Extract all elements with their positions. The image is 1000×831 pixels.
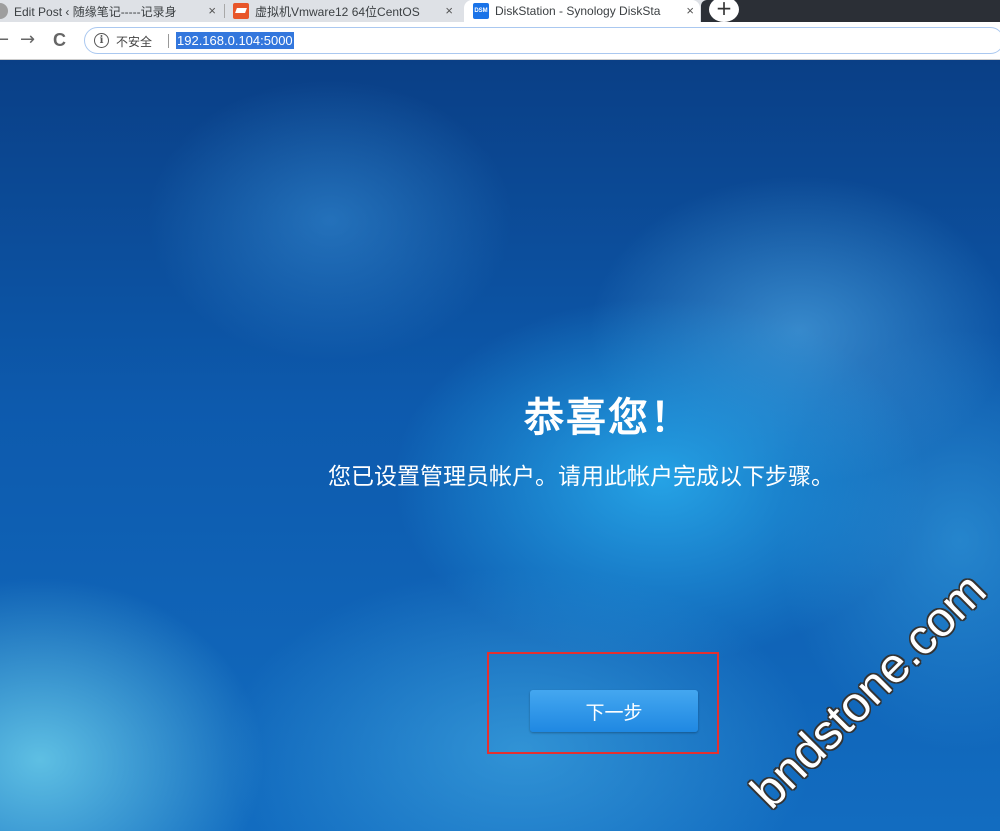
dsm-icon: DSM: [473, 3, 489, 19]
url-text[interactable]: 192.168.0.104:5000: [176, 32, 294, 49]
address-bar[interactable]: i 不安全 192.168.0.104:5000: [84, 27, 1000, 54]
tab-title: DiskStation - Synology DiskSta: [495, 4, 661, 18]
security-label[interactable]: 不安全: [116, 33, 152, 50]
tab-divider: [224, 4, 225, 18]
tab-title: 虚拟机Vmware12 64位CentOS: [255, 4, 420, 19]
watermark-text: bndstone.com: [740, 563, 997, 819]
url-divider: [168, 34, 169, 48]
info-icon[interactable]: i: [94, 33, 109, 48]
forward-icon[interactable]: →: [20, 30, 35, 50]
segmentfault-icon: [233, 3, 249, 19]
tab-strip-background: [701, 0, 1000, 22]
browser-toolbar: ← → C i 不安全 192.168.0.104:5000: [0, 22, 1000, 60]
back-icon[interactable]: ←: [0, 30, 9, 50]
tab-bar: Edit Post ‹ 随缘笔记-----记录身 × 虚拟机Vmware12 6…: [0, 0, 1000, 22]
tab-edit-post[interactable]: Edit Post ‹ 随缘笔记-----记录身 ×: [0, 0, 222, 22]
setup-page: 恭喜您！ 您已设置管理员帐户。请用此帐户完成以下步骤。 下一步 bndstone…: [0, 60, 1000, 831]
close-icon[interactable]: ×: [208, 3, 216, 18]
tab-vmware[interactable]: 虚拟机Vmware12 64位CentOS ×: [233, 0, 459, 22]
wordpress-icon: [0, 3, 8, 19]
page-title: 恭喜您！: [524, 395, 692, 441]
close-icon[interactable]: ×: [686, 3, 694, 18]
tab-diskstation[interactable]: DSM DiskStation - Synology DiskSta ×: [464, 0, 700, 22]
close-icon[interactable]: ×: [445, 3, 453, 18]
reload-icon[interactable]: C: [53, 30, 66, 50]
tab-title: Edit Post ‹ 随缘笔记-----记录身: [14, 4, 177, 19]
next-step-button[interactable]: 下一步: [530, 690, 698, 732]
page-subtitle: 您已设置管理员帐户。请用此帐户完成以下步骤。: [328, 464, 834, 490]
